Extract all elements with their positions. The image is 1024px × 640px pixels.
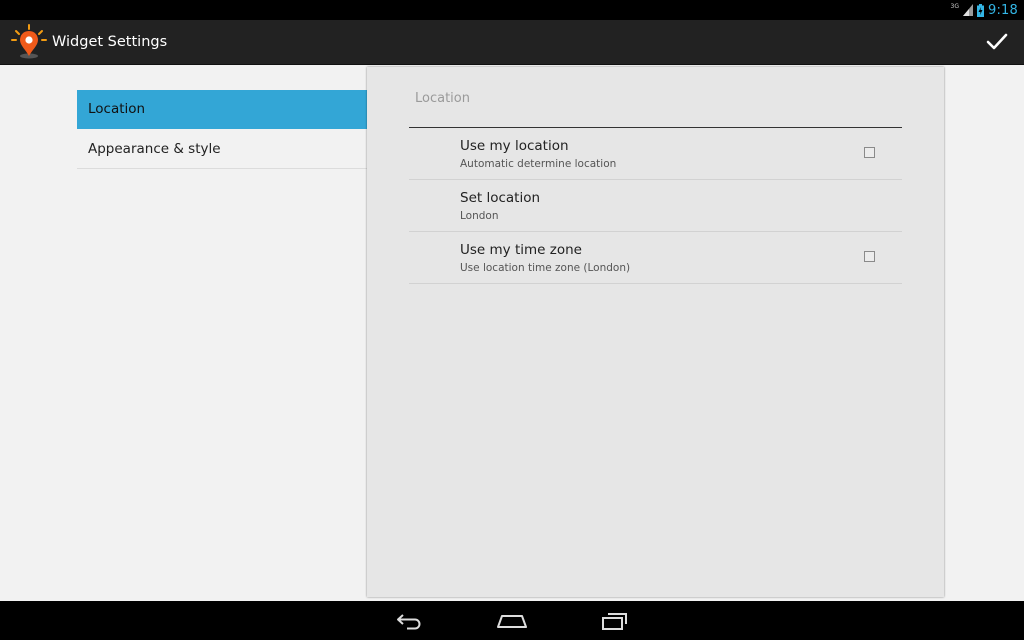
pref-title: Use my time zone bbox=[460, 242, 582, 258]
header-item-location[interactable]: Location bbox=[77, 90, 367, 129]
network-type: 3G bbox=[950, 2, 959, 10]
pref-use-my-time-zone[interactable]: Use my time zone Use location time zone … bbox=[409, 232, 902, 284]
status-bar: 3G 9:18 bbox=[0, 0, 1024, 20]
pref-summary: London bbox=[460, 210, 499, 222]
checkmark-icon bbox=[986, 33, 1008, 50]
status-indicators: 3G 9:18 bbox=[951, 0, 1018, 20]
pref-use-my-location[interactable]: Use my location Automatic determine loca… bbox=[409, 128, 902, 180]
back-button[interactable] bbox=[380, 601, 440, 640]
settings-detail-panel: Location Use my location Automatic deter… bbox=[367, 67, 944, 597]
pref-title: Use my location bbox=[460, 138, 569, 154]
category-title: Location bbox=[415, 91, 470, 106]
home-icon bbox=[497, 614, 527, 628]
pref-set-location[interactable]: Set location London bbox=[409, 180, 902, 232]
battery-charging-icon bbox=[977, 3, 984, 17]
home-button[interactable] bbox=[482, 601, 542, 640]
pref-summary: Automatic determine location bbox=[460, 158, 617, 170]
use-my-location-checkbox[interactable] bbox=[864, 147, 875, 158]
action-bar: Widget Settings bbox=[0, 20, 1024, 65]
settings-content: Location Appearance & style Location Use… bbox=[0, 65, 1024, 601]
app-title: Widget Settings bbox=[52, 34, 168, 50]
app-location-pin-icon bbox=[11, 24, 47, 59]
recent-apps-button[interactable] bbox=[585, 601, 645, 640]
back-icon bbox=[397, 613, 421, 629]
pref-summary: Use location time zone (London) bbox=[460, 262, 631, 274]
recent-apps-icon bbox=[602, 612, 627, 630]
signal-icon bbox=[963, 4, 973, 16]
navigation-bar bbox=[0, 601, 1024, 640]
confirm-button[interactable] bbox=[970, 20, 1024, 64]
pref-title: Set location bbox=[460, 190, 541, 206]
clock: 9:18 bbox=[988, 2, 1018, 18]
use-my-time-zone-checkbox[interactable] bbox=[864, 251, 875, 262]
preference-list: Use my location Automatic determine loca… bbox=[409, 128, 902, 284]
header-item-appearance-style[interactable]: Appearance & style bbox=[77, 130, 367, 169]
settings-header-list: Location Appearance & style bbox=[77, 90, 367, 169]
